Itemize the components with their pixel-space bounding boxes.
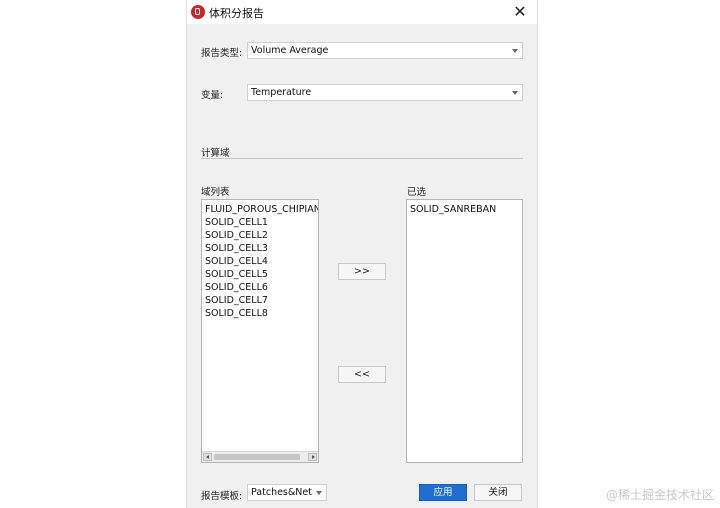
variable-select[interactable]: Temperature <box>247 84 523 101</box>
scrollbar-thumb[interactable] <box>214 454 300 460</box>
apply-button[interactable]: 应用 <box>419 484 467 501</box>
scroll-right-icon[interactable] <box>308 453 317 461</box>
close-button[interactable]: 关闭 <box>474 484 522 501</box>
list-item[interactable]: SOLID_CELL4 <box>205 255 268 268</box>
chevron-down-icon <box>512 91 518 95</box>
variable-value: Temperature <box>251 87 312 98</box>
domain-listbox[interactable]: FLUID_POROUS_CHIPIAN SOLID_CELL1 SOLID_C… <box>201 199 319 463</box>
domain-list-label: 域列表 <box>201 187 230 198</box>
list-item[interactable]: FLUID_POROUS_CHIPIAN <box>205 203 318 216</box>
horizontal-scrollbar[interactable] <box>202 451 318 462</box>
list-item[interactable]: SOLID_CELL5 <box>205 268 268 281</box>
app-logo-icon <box>191 5 205 19</box>
list-item[interactable]: SOLID_CELL8 <box>205 307 268 320</box>
list-item[interactable]: SOLID_CELL1 <box>205 216 268 229</box>
selected-list-label: 已选 <box>407 187 427 198</box>
report-type-select[interactable]: Volume Average <box>247 42 523 59</box>
list-item[interactable]: SOLID_CELL3 <box>205 242 268 255</box>
section-divider <box>201 158 523 159</box>
report-template-label: 报告模板: <box>201 491 243 502</box>
title-bar: 体积分报告 ✕ <box>187 0 537 24</box>
watermark-text: @稀土掘金技术社区 <box>605 488 714 502</box>
add-to-selected-button[interactable]: >> <box>338 263 386 280</box>
scroll-left-icon[interactable] <box>203 453 212 461</box>
report-template-value: Patches&Net <box>251 487 312 498</box>
volume-integral-report-dialog: 体积分报告 ✕ 报告类型: Volume Average 变量: Tempera… <box>186 0 538 508</box>
list-item[interactable]: SOLID_CELL7 <box>205 294 268 307</box>
list-item[interactable]: SOLID_CELL2 <box>205 229 268 242</box>
list-item[interactable]: SOLID_CELL6 <box>205 281 268 294</box>
selected-listbox[interactable]: SOLID_SANREBAN <box>406 199 523 463</box>
report-type-value: Volume Average <box>251 45 329 56</box>
compute-domain-section-label: 计算域 <box>201 148 230 159</box>
report-type-label: 报告类型: <box>201 48 243 59</box>
report-template-select[interactable]: Patches&Net <box>247 484 327 501</box>
variable-label: 变量: <box>201 90 224 101</box>
list-item[interactable]: SOLID_SANREBAN <box>410 203 496 216</box>
close-icon[interactable]: ✕ <box>509 2 531 22</box>
chevron-down-icon <box>316 491 322 495</box>
window-title: 体积分报告 <box>209 7 264 20</box>
remove-from-selected-button[interactable]: << <box>338 366 386 383</box>
chevron-down-icon <box>512 49 518 53</box>
